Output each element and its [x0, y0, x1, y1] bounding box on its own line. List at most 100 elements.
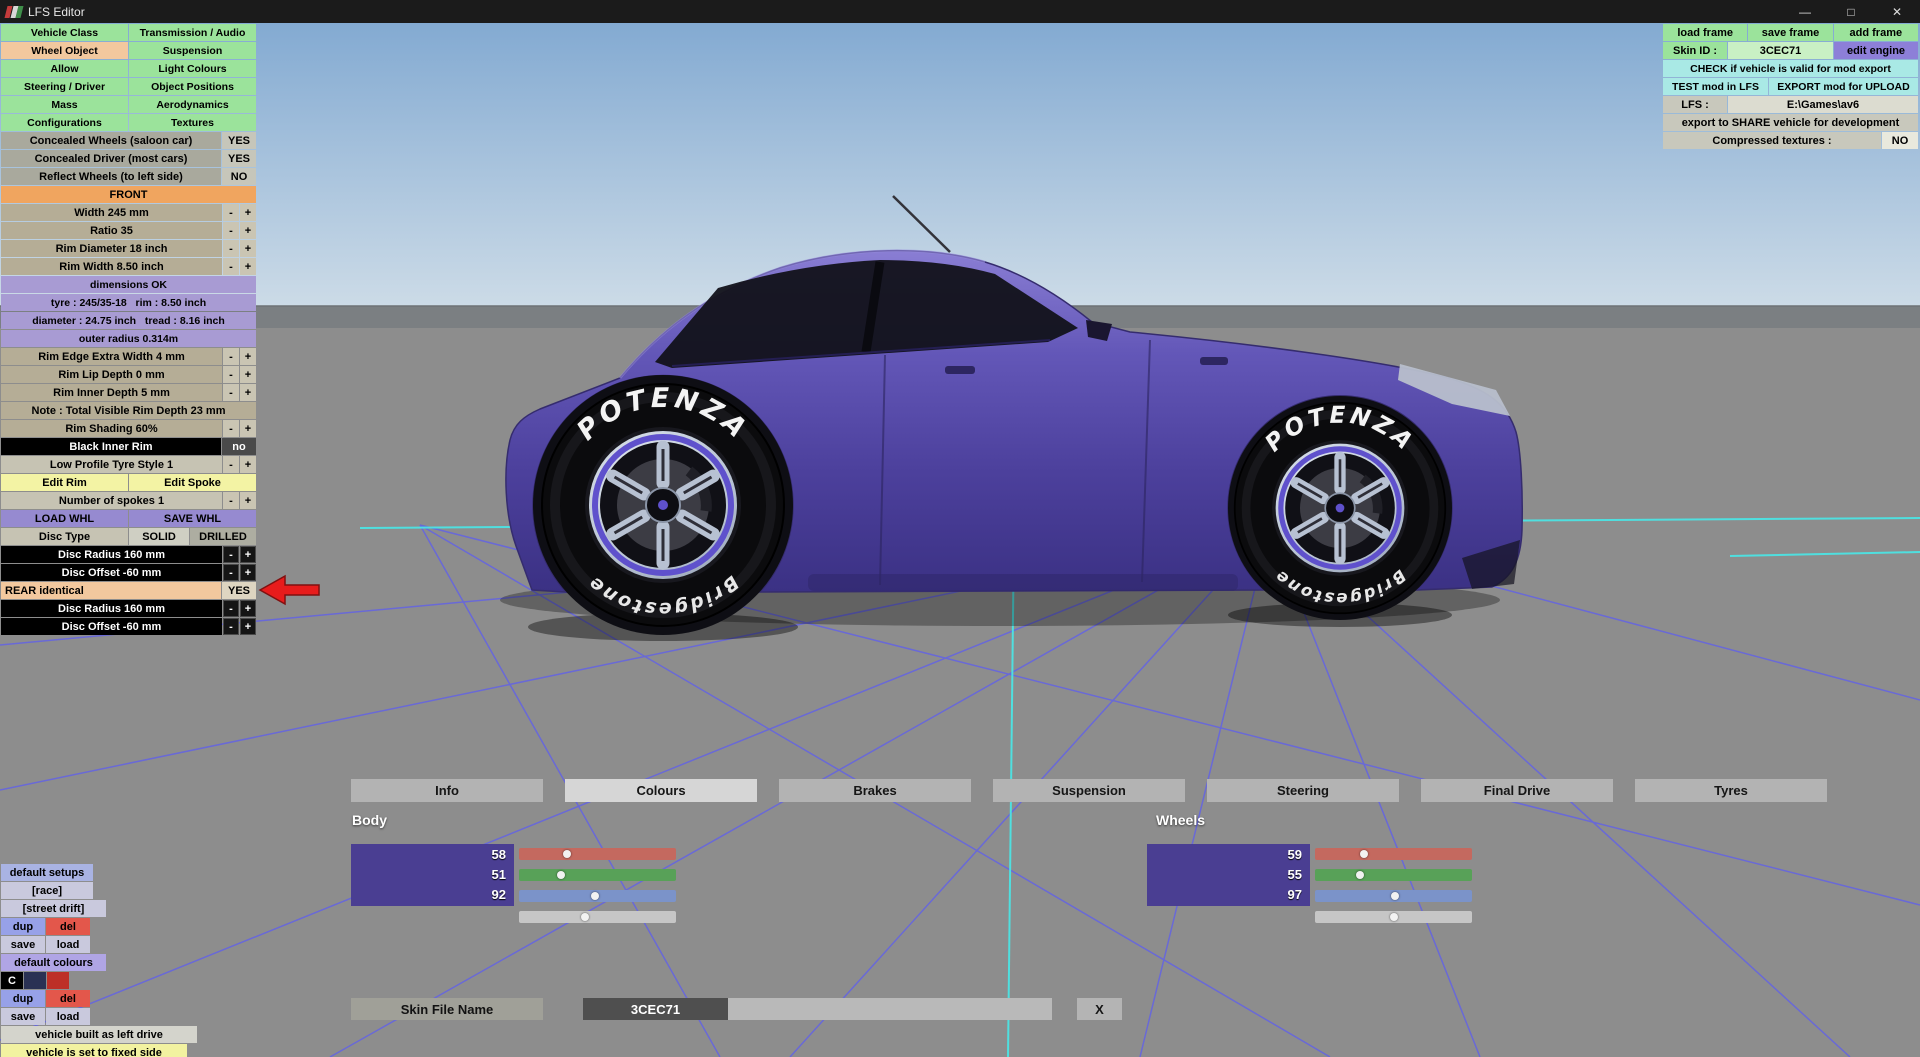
minus-button[interactable]: -: [223, 384, 239, 401]
plus-button[interactable]: +: [240, 240, 256, 257]
slider-handle[interactable]: [556, 871, 565, 879]
disc-solid-option[interactable]: SOLID: [129, 528, 189, 545]
tab-brakes[interactable]: Brakes: [779, 779, 971, 802]
body-red-slider[interactable]: [519, 848, 676, 860]
colour-preset-navy-swatch[interactable]: [24, 972, 46, 989]
plus-button[interactable]: +: [240, 348, 256, 365]
skin-file-input[interactable]: [728, 998, 1052, 1020]
slider-handle[interactable]: [1359, 850, 1368, 858]
wheels-red-slider[interactable]: [1315, 848, 1472, 860]
built-left-drive-toggle[interactable]: vehicle built as left drive: [1, 1026, 197, 1043]
export-mod-button[interactable]: EXPORT mod for UPLOAD: [1769, 78, 1918, 95]
minus-button[interactable]: -: [223, 600, 239, 617]
skin-id-value[interactable]: 3CEC71: [1728, 42, 1833, 59]
plus-button[interactable]: +: [240, 420, 256, 437]
default-setups-button[interactable]: default setups: [1, 864, 93, 881]
nav-configurations[interactable]: Configurations: [1, 114, 128, 131]
nav-light-colours[interactable]: Light Colours: [129, 60, 256, 77]
nav-transmission-audio[interactable]: Transmission / Audio: [129, 24, 256, 41]
tab-steering[interactable]: Steering: [1207, 779, 1399, 802]
skin-file-name-button[interactable]: Skin File Name: [351, 998, 543, 1020]
setup-street-drift-button[interactable]: [street drift]: [1, 900, 106, 917]
colour-preset-red-swatch[interactable]: [47, 972, 69, 989]
plus-button[interactable]: +: [240, 222, 256, 239]
toggle-value[interactable]: YES: [222, 150, 256, 167]
save-whl-button[interactable]: SAVE WHL: [129, 510, 256, 527]
minus-button[interactable]: -: [223, 258, 239, 275]
slider-handle[interactable]: [580, 913, 589, 921]
close-button[interactable]: ✕: [1874, 0, 1920, 23]
minus-button[interactable]: -: [223, 456, 239, 473]
nav-mass[interactable]: Mass: [1, 96, 128, 113]
plus-button[interactable]: +: [240, 600, 256, 617]
body-blue-slider[interactable]: [519, 890, 676, 902]
minus-button[interactable]: -: [223, 546, 239, 563]
setup-load-button[interactable]: load: [46, 936, 90, 953]
compressed-textures-value[interactable]: NO: [1882, 132, 1918, 149]
plus-button[interactable]: +: [240, 258, 256, 275]
minus-button[interactable]: -: [223, 564, 239, 581]
slider-handle[interactable]: [1390, 892, 1399, 900]
minus-button[interactable]: -: [223, 204, 239, 221]
fixed-side-toggle[interactable]: vehicle is set to fixed side: [1, 1044, 187, 1057]
body-shade-slider[interactable]: [519, 911, 676, 923]
plus-button[interactable]: +: [240, 456, 256, 473]
disc-drilled-option[interactable]: DRILLED: [190, 528, 256, 545]
maximize-button[interactable]: □: [1828, 0, 1874, 23]
minus-button[interactable]: -: [223, 222, 239, 239]
setup-save-button[interactable]: save: [1, 936, 45, 953]
3d-viewport[interactable]: POTENZA Bridgestone: [0, 0, 1920, 1057]
rear-identical-value[interactable]: YES: [222, 582, 256, 599]
tab-info[interactable]: Info: [351, 779, 543, 802]
plus-button[interactable]: +: [240, 564, 256, 581]
colour-load-button[interactable]: load: [46, 1008, 90, 1025]
wheels-green-slider[interactable]: [1315, 869, 1472, 881]
clear-skin-button[interactable]: X: [1077, 998, 1122, 1020]
toggle-value[interactable]: YES: [222, 132, 256, 149]
add-frame-button[interactable]: add frame: [1833, 24, 1918, 41]
nav-aerodynamics[interactable]: Aerodynamics: [129, 96, 256, 113]
test-mod-button[interactable]: TEST mod in LFS: [1663, 78, 1768, 95]
minus-button[interactable]: -: [223, 618, 239, 635]
lfs-path-value[interactable]: E:\Games\av6: [1728, 96, 1918, 113]
save-frame-button[interactable]: save frame: [1748, 24, 1833, 41]
setup-dup-button[interactable]: dup: [1, 918, 45, 935]
minus-button[interactable]: -: [223, 240, 239, 257]
setup-del-button[interactable]: del: [46, 918, 90, 935]
plus-button[interactable]: +: [240, 546, 256, 563]
setup-race-button[interactable]: [race]: [1, 882, 93, 899]
wheels-blue-slider[interactable]: [1315, 890, 1472, 902]
colour-del-button[interactable]: del: [46, 990, 90, 1007]
plus-button[interactable]: +: [240, 366, 256, 383]
body-green-slider[interactable]: [519, 869, 676, 881]
minimize-button[interactable]: —: [1782, 0, 1828, 23]
load-frame-button[interactable]: load frame: [1663, 24, 1748, 41]
check-mod-button[interactable]: CHECK if vehicle is valid for mod export: [1663, 60, 1918, 77]
plus-button[interactable]: +: [240, 492, 256, 509]
minus-button[interactable]: -: [223, 420, 239, 437]
tab-final-drive[interactable]: Final Drive: [1421, 779, 1613, 802]
nav-textures[interactable]: Textures: [129, 114, 256, 131]
tab-tyres[interactable]: Tyres: [1635, 779, 1827, 802]
edit-engine-button[interactable]: edit engine: [1834, 42, 1918, 59]
toggle-value[interactable]: NO: [222, 168, 256, 185]
plus-button[interactable]: +: [240, 384, 256, 401]
nav-suspension[interactable]: Suspension: [129, 42, 256, 59]
minus-button[interactable]: -: [223, 348, 239, 365]
nav-steering-driver[interactable]: Steering / Driver: [1, 78, 128, 95]
edit-rim-button[interactable]: Edit Rim: [1, 474, 128, 491]
nav-object-positions[interactable]: Object Positions: [129, 78, 256, 95]
minus-button[interactable]: -: [223, 492, 239, 509]
plus-button[interactable]: +: [240, 204, 256, 221]
slider-handle[interactable]: [1389, 913, 1398, 921]
colour-save-button[interactable]: save: [1, 1008, 45, 1025]
colour-preset-c-button[interactable]: C: [1, 972, 23, 989]
nav-wheel-object[interactable]: Wheel Object: [1, 42, 128, 59]
default-colours-button[interactable]: default colours: [1, 954, 106, 971]
minus-button[interactable]: -: [223, 366, 239, 383]
load-whl-button[interactable]: LOAD WHL: [1, 510, 128, 527]
black-inner-rim-value[interactable]: no: [222, 438, 256, 455]
plus-button[interactable]: +: [240, 618, 256, 635]
nav-vehicle-class[interactable]: Vehicle Class: [1, 24, 128, 41]
edit-spoke-button[interactable]: Edit Spoke: [129, 474, 256, 491]
